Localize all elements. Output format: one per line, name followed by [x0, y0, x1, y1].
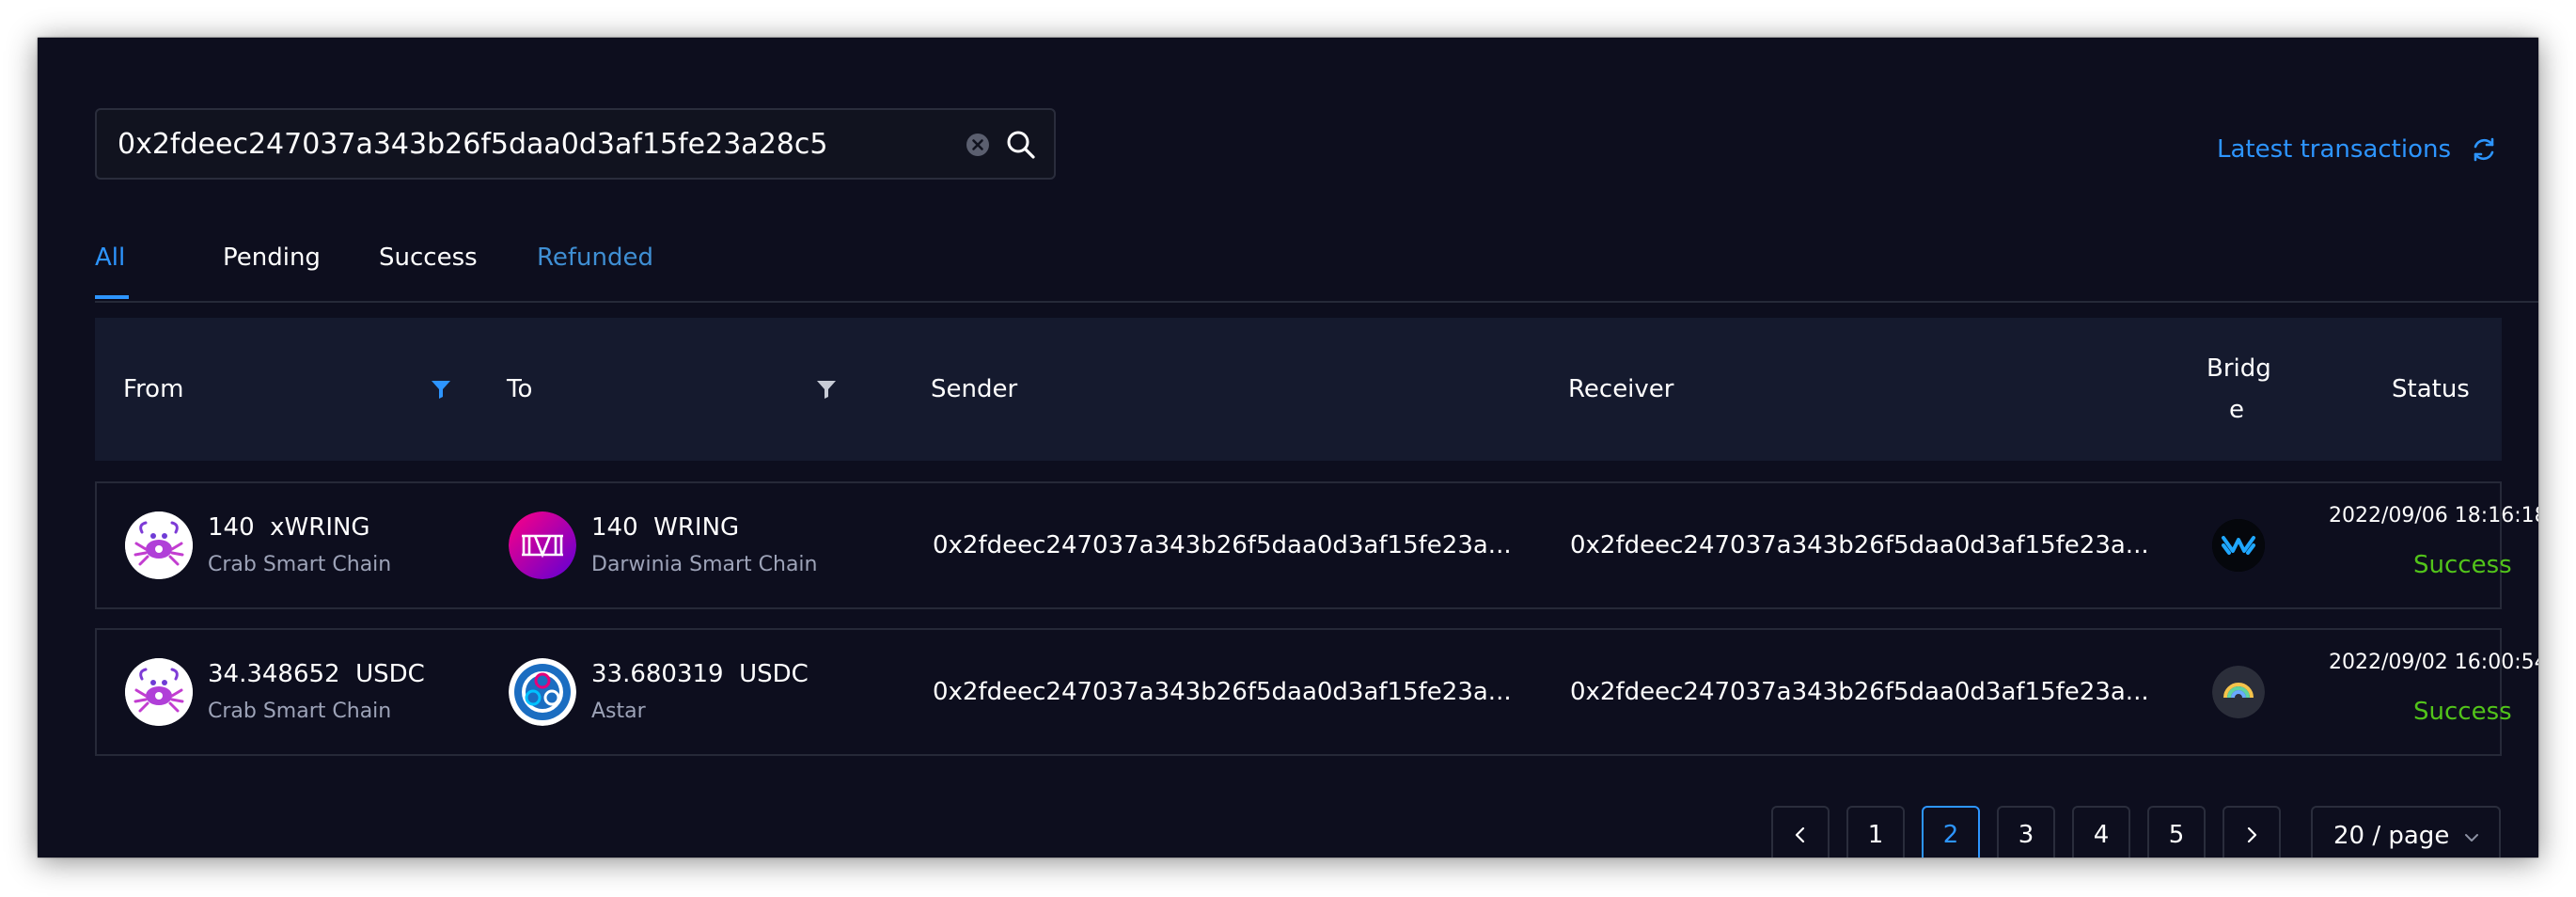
transaction-date: 2022/09/06 18:16:18 — [2329, 504, 2538, 527]
status-badge: Success — [2413, 698, 2512, 726]
tab-success[interactable]: Success — [379, 239, 478, 276]
table-row[interactable]: 34.348652 USDC Crab Smart Chain 33.68031… — [95, 628, 2538, 756]
tab-refunded[interactable]: Refunded — [537, 239, 653, 276]
column-header-from: From — [123, 375, 184, 403]
table-row[interactable]: 140 xWRING Crab Smart Chain 140 WRING Da… — [95, 481, 2538, 609]
column-header-bridge-line2: e — [2229, 396, 2244, 424]
crab-chain-icon — [125, 511, 193, 579]
transactions-window: Latest transactions All Pending Success … — [38, 38, 2538, 858]
chevron-left-icon — [1795, 826, 1805, 843]
status-badge: Success — [2413, 551, 2512, 579]
page-2-button[interactable]: 2 — [1922, 806, 1980, 858]
tab-pending[interactable]: Pending — [223, 239, 321, 276]
crab-chain-icon — [125, 658, 193, 726]
status-tabs: All Pending Success Refunded — [95, 239, 2538, 303]
chevron-down-icon — [2465, 834, 2478, 842]
astar-chain-icon — [509, 658, 576, 726]
filter-icon-from[interactable] — [431, 379, 451, 400]
search-icon[interactable] — [1005, 129, 1037, 161]
page-4-button[interactable]: 4 — [2072, 806, 2130, 858]
latest-transactions-link[interactable]: Latest transactions — [2217, 135, 2451, 164]
from-chain: Crab Smart Chain — [208, 700, 392, 723]
search-box[interactable] — [95, 108, 1056, 180]
page-size-select[interactable]: 20 / page — [2311, 806, 2501, 858]
from-amount: 140 xWRING — [208, 513, 370, 542]
transaction-date: 2022/09/02 16:00:54 — [2329, 651, 2538, 674]
table-header: From To Sender Receiver Bridg e Status — [95, 318, 2502, 461]
to-chain: Astar — [591, 700, 646, 723]
helix-bridge-icon — [2212, 519, 2265, 572]
from-amount: 34.348652 USDC — [208, 660, 425, 688]
darwinia-chain-icon — [509, 511, 576, 579]
column-header-receiver: Receiver — [1568, 375, 1674, 403]
sender-address[interactable]: 0x2fdeec247037a343b26f5daa0d3af15fe23a..… — [933, 529, 1512, 561]
refresh-icon[interactable] — [2470, 135, 2498, 164]
active-tab-indicator — [95, 295, 129, 299]
filter-icon-to[interactable] — [816, 379, 837, 400]
rainbow-bridge-icon — [2212, 666, 2265, 718]
prev-page-button[interactable] — [1771, 806, 1830, 858]
search-input[interactable] — [118, 121, 945, 166]
sender-address[interactable]: 0x2fdeec247037a343b26f5daa0d3af15fe23a..… — [933, 676, 1512, 708]
page-1-button[interactable]: 1 — [1846, 806, 1905, 858]
next-page-button[interactable] — [2223, 806, 2281, 858]
page-3-button[interactable]: 3 — [1997, 806, 2055, 858]
page-size-value: 20 / page — [2333, 822, 2450, 850]
tab-all[interactable]: All — [95, 239, 125, 276]
to-amount: 33.680319 USDC — [591, 660, 809, 688]
chevron-right-icon — [2247, 826, 2257, 843]
from-chain: Crab Smart Chain — [208, 553, 392, 576]
receiver-address[interactable]: 0x2fdeec247037a343b26f5daa0d3af15fe23a..… — [1570, 529, 2149, 561]
to-amount: 140 WRING — [591, 513, 740, 542]
column-header-sender: Sender — [931, 375, 1018, 403]
page-5-button[interactable]: 5 — [2147, 806, 2206, 858]
receiver-address[interactable]: 0x2fdeec247037a343b26f5daa0d3af15fe23a..… — [1570, 676, 2149, 708]
column-header-status: Status — [2392, 375, 2470, 403]
to-chain: Darwinia Smart Chain — [591, 553, 818, 576]
clear-circle-icon[interactable] — [966, 133, 990, 157]
column-header-to: To — [507, 375, 533, 403]
column-header-bridge-line1: Bridg — [2207, 354, 2271, 383]
